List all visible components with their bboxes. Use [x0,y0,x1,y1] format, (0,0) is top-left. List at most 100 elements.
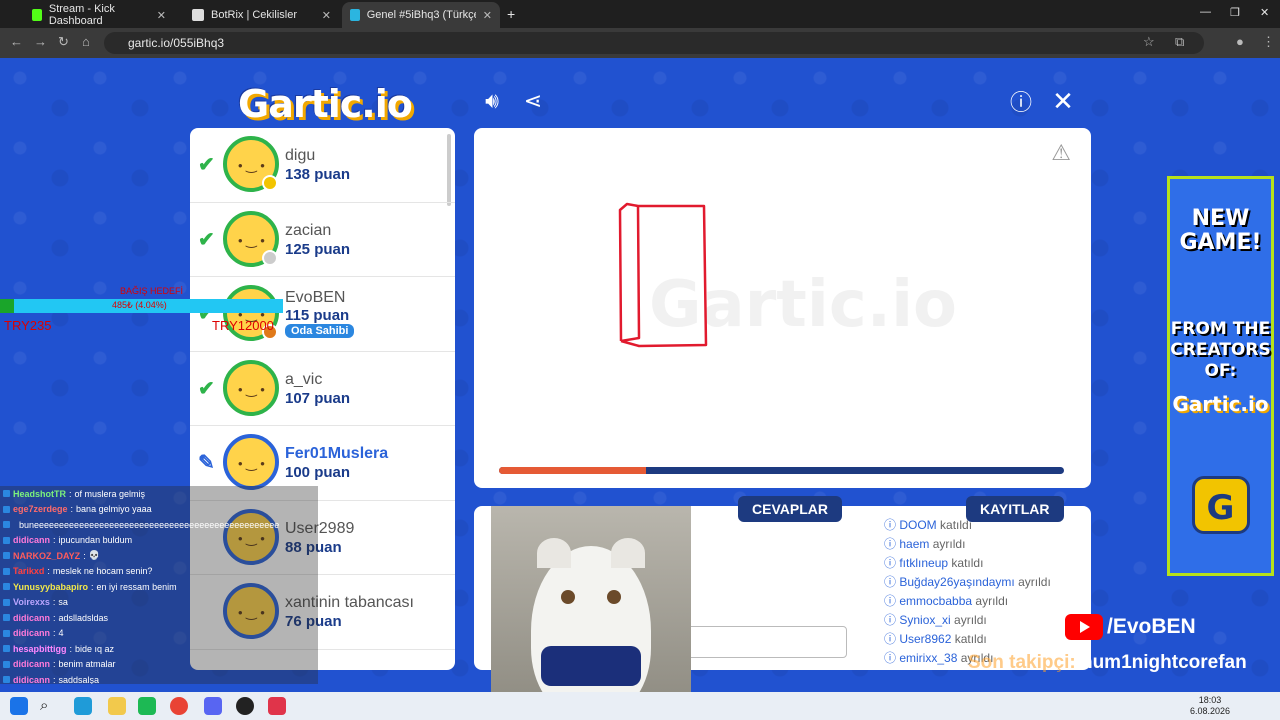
badge-icon [3,614,10,622]
badge-icon [3,676,10,684]
app-icon[interactable] [268,697,286,715]
info-icon: ⓘ [884,537,900,551]
chat-user: hesapbittigg [13,643,67,654]
drawing-canvas[interactable]: Gartic.io ⚠ [474,128,1091,488]
youtube-handle: /EvoBEN [1065,614,1196,640]
ad-headline: NEW GAME! [1179,206,1262,255]
log-entry: ⓘ emmocbabba ayrıldı [884,592,1084,611]
advertisement-banner[interactable]: NEW GAME! FROM THE CREATORS OF: Gartic.i… [1167,176,1274,576]
player-score: 138 puan [285,166,351,183]
new-tab-icon[interactable]: + [507,6,515,22]
menu-icon[interactable]: ⋮ [1262,34,1275,50]
file-explorer-icon[interactable] [108,697,126,715]
url-field[interactable]: gartic.io/055iBhq3 [104,32,1204,54]
drawing-strokes [618,202,708,348]
window-close-icon[interactable]: ✕ [1260,6,1269,19]
chat-text: saddsalşa [58,674,100,684]
tab-answers[interactable]: CEVAPLAR [738,496,842,522]
minimize-icon[interactable]: — [1200,6,1211,18]
windows-taskbar: ⌕ 18:03 6.08.2026 [0,692,1280,720]
avatar: • ‿ • [223,136,279,192]
player-row[interactable]: ✔ • ‿ • EvoBEN 115 puan Oda Sahibi [190,277,455,352]
back-icon[interactable]: ← [10,34,23,49]
player-name: a_vic [285,370,323,388]
player-row[interactable]: ✔ • ‿ • zacian 125 puan [190,203,455,277]
log-entry: ⓘ fıtklıneup katıldı [884,554,1084,573]
chat-user: didicann [13,659,51,670]
log-user: User8962 [899,632,952,646]
extensions-icon[interactable]: ⧉ [1175,34,1184,50]
chat-message: HeadshotTR : of muslera gelmiş [0,486,318,502]
info-icon[interactable]: ⓘ [1008,88,1034,115]
badge-icon [3,567,10,575]
discord-icon[interactable] [204,697,222,715]
info-icon: ⓘ [884,594,900,608]
round-timer-bar [499,467,1064,474]
chat-message: Yunusyybabapiro : en iyi ressam benim [0,579,318,595]
player-name: zacian [285,221,332,239]
donation-goal-title: BAĞIŞ HEDEFİ [120,286,184,296]
maximize-icon[interactable]: ❐ [1230,6,1240,19]
chat-text: 💀 [88,550,100,561]
log-entry: ⓘ User8962 katıldı [884,630,1084,649]
player-row[interactable]: ✔ • ‿ • digu 138 puan [190,128,455,203]
share-icon[interactable]: ⋖ [520,88,546,114]
room-owner-badge: Oda Sahibi [285,324,355,338]
gartic-logo[interactable]: Gartic.io [238,82,413,126]
chat-message: didicann : benim atmalar [0,657,318,673]
edge-icon[interactable] [74,697,92,715]
chat-text: ipucundan buldum [58,535,133,546]
profile-avatar[interactable]: ● [1236,34,1244,49]
log-entry: ⓘ Buğday26yaşındaymı ayrıldı [884,573,1084,592]
ad-logo: Gartic.io [1172,392,1269,416]
tab-logs[interactable]: KAYITLAR [966,496,1064,522]
chat-user: didicann [13,674,51,684]
forward-icon[interactable]: → [34,34,47,49]
chat-text: sa [58,597,68,608]
home-icon[interactable]: ⌂ [82,34,90,49]
chrome-icon[interactable] [170,697,188,715]
badge-icon [3,629,10,637]
chat-message: didicann : adslladsldas [0,610,318,626]
browser-tab-kick[interactable]: Stream - Kick Dashboard ✕ [24,2,174,28]
chat-separator: : [47,566,50,577]
system-clock[interactable]: 18:03 6.08.2026 [1190,695,1230,717]
sound-icon[interactable]: 🔊︎ [479,88,505,114]
exit-icon[interactable]: ✕ [1050,86,1076,116]
info-icon: ⓘ [884,613,900,627]
bookmark-star-icon[interactable]: ☆ [1143,34,1155,50]
log-action: ayrıldı [954,613,987,627]
goal-amount: 485₺ (4.04%) [112,300,167,310]
chat-separator: : [53,659,56,670]
chat-text: en iyi ressam benim [96,581,177,592]
close-icon[interactable]: ✕ [322,9,331,22]
chat-message: buneeeeeeeeeeeeeeeeeeeeeeeeeeeeeeeeeeeee… [0,517,318,533]
windows-start-icon[interactable] [10,697,28,715]
clock-date: 6.08.2026 [1189,706,1230,716]
timer-fill [499,467,646,474]
tab-title: Stream - Kick Dashboard [48,3,115,27]
close-icon[interactable]: ✕ [157,9,166,22]
event-log: ⓘ DOOM katıldı ⓘ haem ayrıldı ⓘ fıtklıneup… [884,516,1084,668]
browser-tab-botrix[interactable]: BotRix | Cekilisler ✕ [184,2,339,28]
chat-separator: : [70,504,74,515]
close-icon[interactable]: ✕ [483,9,492,22]
info-icon: ⓘ [884,651,900,665]
obs-icon[interactable] [236,697,254,715]
search-icon[interactable]: ⌕ [40,697,58,715]
chat-separator: : [83,550,86,561]
check-icon: ✔ [198,377,215,400]
ad-app-icon[interactable]: G [1191,476,1250,534]
browser-tab-gartic[interactable]: Genel #5iBhq3 (Türkçe) - G ✕ [342,2,500,28]
spotify-icon[interactable] [138,697,156,715]
chat-text: adslladsldas [58,612,109,623]
chat-message: Voirexxs : sa [0,595,318,611]
info-icon: ⓘ [884,556,900,570]
badge-icon [3,583,10,591]
badge-icon [3,505,10,513]
chat-text: meslek ne hocam senin? [52,566,153,577]
player-row[interactable]: ✔ • ‿ • a_vic 107 puan [190,352,455,426]
chat-separator: : [52,597,56,608]
log-action: ayrıldı [932,537,966,551]
reload-icon[interactable]: ↻ [58,34,69,50]
